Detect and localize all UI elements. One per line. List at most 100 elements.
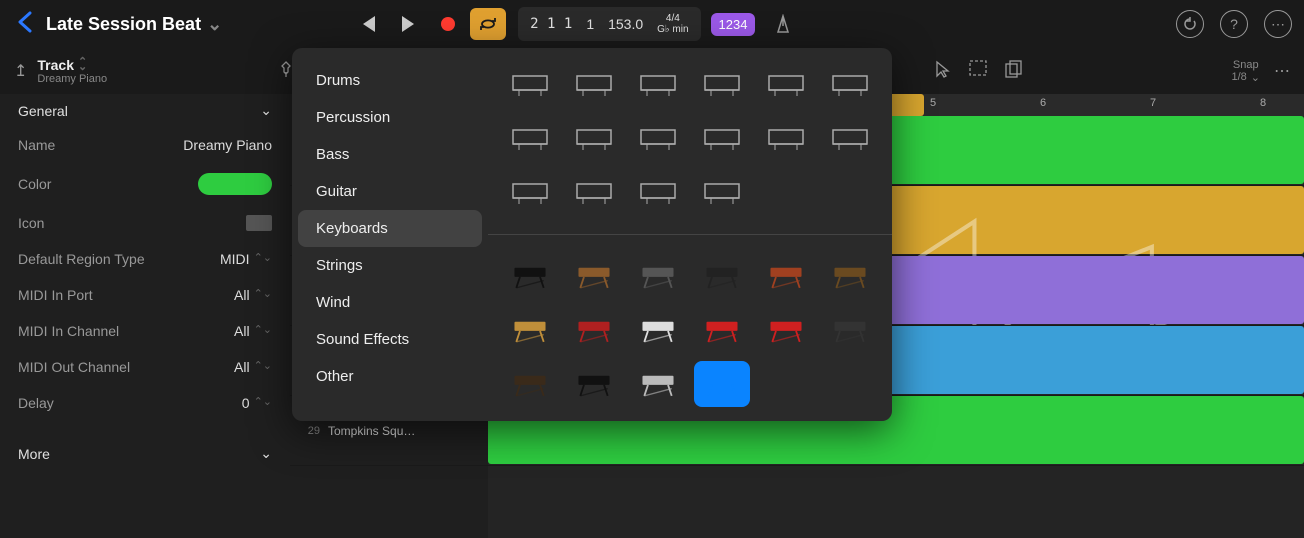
inspector-row-delay[interactable]: Delay 0⌃⌄	[0, 385, 290, 421]
lcd-position: 2 1 1	[530, 16, 572, 32]
category-item-strings[interactable]: Strings	[298, 247, 482, 284]
track-info-subtitle: Dreamy Piano	[37, 73, 107, 85]
divider	[488, 234, 892, 235]
workstation-icon[interactable]	[566, 170, 622, 216]
icon-grid-wrap	[488, 48, 892, 421]
module-grey-color-icon[interactable]	[630, 361, 686, 407]
keyboard-stand-blue-icon[interactable]	[694, 361, 750, 407]
lcd-display[interactable]: 2 1 1 1 153.0 4/4 G♭ min	[518, 7, 700, 41]
pointer-tool-icon[interactable]	[934, 59, 952, 84]
stepper-icon: ⌃⌄	[254, 292, 272, 298]
wave-pad-icon[interactable]	[630, 170, 686, 216]
snap-value: 1/8	[1231, 71, 1246, 83]
metronome-button[interactable]	[765, 8, 801, 40]
category-item-bass[interactable]: Bass	[298, 136, 482, 173]
track-number: 29	[300, 425, 320, 437]
marquee-tool-icon[interactable]	[968, 59, 988, 84]
rack-synth-icon[interactable]	[758, 116, 814, 162]
inspector-row-icon[interactable]: Icon	[0, 205, 290, 241]
pipe-organ-color-icon[interactable]	[502, 307, 558, 353]
sound-module-icon[interactable]	[822, 116, 878, 162]
cycle-button[interactable]	[470, 8, 506, 40]
category-item-other[interactable]: Other	[298, 358, 482, 395]
chevron-down-icon: ⌄	[260, 445, 272, 462]
grand-piano-icon[interactable]	[502, 62, 558, 108]
more-menu-button[interactable]: ⋯	[1264, 10, 1292, 38]
transport-controls: 2 1 1 1 153.0 4/4 G♭ min 1234	[350, 7, 801, 41]
inspector-row-name[interactable]: Name Dreamy Piano	[0, 127, 290, 163]
view-menu-button[interactable]: ⋯	[1274, 61, 1290, 81]
undo-button[interactable]	[1176, 10, 1204, 38]
upright-piano-icon[interactable]	[566, 62, 622, 108]
electric-piano-icon[interactable]	[630, 62, 686, 108]
inspector-section-more[interactable]: More ⌄	[0, 437, 290, 470]
track-icon-thumbnail[interactable]	[246, 215, 272, 231]
upright-piano-color-icon[interactable]	[566, 253, 622, 299]
go-to-start-button[interactable]	[350, 8, 386, 40]
rhodes-color-icon[interactable]	[630, 307, 686, 353]
toolbar-right: ? ⋯	[1176, 10, 1292, 38]
pipe-organ-icon[interactable]	[758, 62, 814, 108]
mixer-sliders-icon[interactable]	[694, 116, 750, 162]
record-button[interactable]	[430, 8, 466, 40]
inspector-row-midi-out-channel[interactable]: MIDI Out Channel All⌃⌄	[0, 349, 290, 385]
duplicate-tool-icon[interactable]	[1004, 59, 1024, 84]
chevron-down-icon: ⌄	[260, 102, 272, 119]
track-header-control[interactable]: ↥ Track ⌃⌄ Dreamy Piano	[14, 57, 294, 85]
inspector-row-region-type[interactable]: Default Region Type MIDI⌃⌄	[0, 241, 290, 277]
icon-category-list: DrumsPercussionBassGuitarKeyboardsString…	[292, 48, 488, 421]
category-item-keyboards[interactable]: Keyboards	[298, 210, 482, 247]
project-title-text: Late Session Beat	[46, 14, 201, 35]
inspector-row-color[interactable]: Color	[0, 163, 290, 205]
workstation-color-icon[interactable]	[822, 307, 878, 353]
ruler-marker: 7	[1150, 97, 1156, 109]
combo-organ-icon[interactable]	[822, 62, 878, 108]
inspector-row-midi-in-port[interactable]: MIDI In Port All⌃⌄	[0, 277, 290, 313]
snap-label: Snap	[1231, 59, 1260, 71]
nord-color-icon[interactable]	[694, 307, 750, 353]
stepper-icon: ⌃⌄	[254, 364, 272, 370]
inspector-row-midi-in-channel[interactable]: MIDI In Channel All⌃⌄	[0, 313, 290, 349]
synth-module-icon[interactable]	[630, 116, 686, 162]
help-button[interactable]: ?	[1220, 10, 1248, 38]
inspector-name-value: Dreamy Piano	[183, 137, 272, 153]
accordion-color-icon[interactable]	[566, 307, 622, 353]
category-item-wind[interactable]: Wind	[298, 284, 482, 321]
lcd-beat: 1	[586, 16, 594, 32]
inspector-panel: General ⌄ Name Dreamy Piano Color Icon D…	[0, 94, 290, 538]
keyboard-stand-icon[interactable]	[502, 116, 558, 162]
hammond-color-icon[interactable]	[822, 253, 878, 299]
combo-organ-color-icon[interactable]	[758, 253, 814, 299]
ruler-marker: 8	[1260, 97, 1266, 109]
category-item-guitar[interactable]: Guitar	[298, 173, 482, 210]
grand-piano-color-icon[interactable]	[502, 253, 558, 299]
timeline-tools	[934, 59, 1024, 84]
electric-piano-color-icon[interactable]	[630, 253, 686, 299]
stage-piano-icon[interactable]	[694, 62, 750, 108]
icon-grid-color	[488, 239, 892, 421]
project-title[interactable]: Late Session Beat ⌄	[46, 14, 222, 35]
category-item-percussion[interactable]: Percussion	[298, 99, 482, 136]
top-toolbar: Late Session Beat ⌄ 2 1 1 1 153.0 4/4 G♭…	[0, 0, 1304, 48]
category-item-drums[interactable]: Drums	[298, 62, 482, 99]
rack-module-icon[interactable]	[502, 170, 558, 216]
play-button[interactable]	[390, 8, 426, 40]
count-in-button[interactable]: 1234	[711, 13, 756, 36]
synth-stand-icon[interactable]	[566, 116, 622, 162]
stepper-icon: ⌃⌄	[254, 328, 272, 334]
stepper-icon: ⌃⌄	[78, 60, 87, 71]
stage-piano-color-icon[interactable]	[694, 253, 750, 299]
ruler-marker: 6	[1040, 97, 1046, 109]
chevron-down-icon: ⌄	[1251, 71, 1260, 84]
inspector-section-general[interactable]: General ⌄	[0, 94, 290, 127]
moog-color-icon[interactable]	[502, 361, 558, 407]
keys-split-icon[interactable]	[694, 170, 750, 216]
synth-black-color-icon[interactable]	[566, 361, 622, 407]
nord-stand-color-icon[interactable]	[758, 307, 814, 353]
snap-control[interactable]: Snap 1/8 ⌄	[1231, 59, 1260, 84]
icon-grid-outlined	[488, 48, 892, 230]
category-item-sound-effects[interactable]: Sound Effects	[298, 321, 482, 358]
chevron-down-icon: ⌄	[207, 14, 222, 35]
color-swatch[interactable]	[198, 173, 272, 195]
back-button[interactable]	[12, 8, 38, 40]
